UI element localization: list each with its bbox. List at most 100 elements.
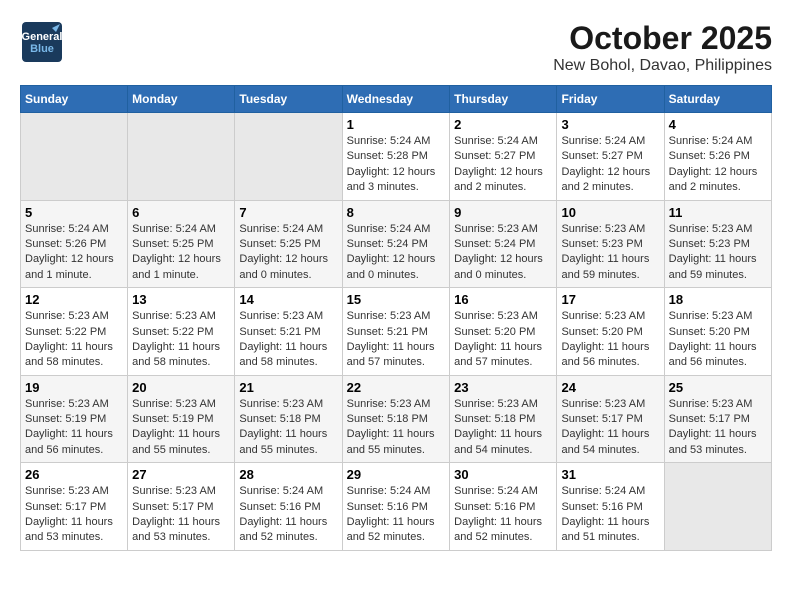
day-detail: Sunrise: 5:23 AMSunset: 5:21 PMDaylight:… [347,309,446,371]
calendar-week-row: 12 Sunrise: 5:23 AMSunset: 5:22 PMDayligh… [21,288,772,376]
day-detail: Sunrise: 5:23 AMSunset: 5:23 PMDaylight:… [561,222,659,284]
day-detail: Sunrise: 5:24 AMSunset: 5:16 PMDaylight:… [454,484,552,546]
day-detail: Sunrise: 5:24 AMSunset: 5:24 PMDaylight:… [347,222,446,284]
day-detail: Sunrise: 5:23 AMSunset: 5:18 PMDaylight:… [454,397,552,459]
calendar-cell: 3 Sunrise: 5:24 AMSunset: 5:27 PMDaylight… [557,113,664,201]
day-number: 4 [669,117,767,132]
svg-text:General: General [22,31,63,43]
day-detail: Sunrise: 5:24 AMSunset: 5:27 PMDaylight:… [561,134,659,196]
calendar-cell: 23 Sunrise: 5:23 AMSunset: 5:18 PMDayligh… [450,375,557,463]
calendar-cell: 20 Sunrise: 5:23 AMSunset: 5:19 PMDayligh… [128,375,235,463]
day-number: 9 [454,205,552,220]
day-number: 7 [239,205,337,220]
day-number: 25 [669,380,767,395]
day-number: 17 [561,292,659,307]
title-block: October 2025 New Bohol, Davao, Philippin… [553,20,772,75]
day-number: 11 [669,205,767,220]
day-number: 21 [239,380,337,395]
day-number: 24 [561,380,659,395]
day-detail: Sunrise: 5:24 AMSunset: 5:26 PMDaylight:… [25,222,123,284]
calendar-cell: 30 Sunrise: 5:24 AMSunset: 5:16 PMDayligh… [450,463,557,551]
svg-text:Blue: Blue [30,43,54,55]
day-number: 8 [347,205,446,220]
calendar-cell: 19 Sunrise: 5:23 AMSunset: 5:19 PMDayligh… [21,375,128,463]
weekday-header-friday: Friday [557,86,664,113]
calendar-week-row: 1Sunrise: 5:24 AMSunset: 5:28 PMDaylight… [21,113,772,201]
weekday-header-tuesday: Tuesday [235,86,342,113]
weekday-header-thursday: Thursday [450,86,557,113]
calendar-cell: 14 Sunrise: 5:23 AMSunset: 5:21 PMDayligh… [235,288,342,376]
logo-icon: General Blue [20,20,64,64]
day-number: 6 [132,205,230,220]
calendar-cell: 28 Sunrise: 5:24 AMSunset: 5:16 PMDayligh… [235,463,342,551]
day-detail: Sunrise: 5:23 AMSunset: 5:17 PMDaylight:… [669,397,767,459]
calendar-week-row: 19 Sunrise: 5:23 AMSunset: 5:19 PMDayligh… [21,375,772,463]
day-number: 22 [347,380,446,395]
weekday-header-sunday: Sunday [21,86,128,113]
calendar-cell: 18 Sunrise: 5:23 AMSunset: 5:20 PMDayligh… [664,288,771,376]
day-detail: Sunrise: 5:23 AMSunset: 5:23 PMDaylight:… [669,222,767,284]
calendar-cell: 12 Sunrise: 5:23 AMSunset: 5:22 PMDayligh… [21,288,128,376]
day-detail: Sunrise: 5:24 AMSunset: 5:25 PMDaylight:… [239,222,337,284]
weekday-header-saturday: Saturday [664,86,771,113]
day-detail: Sunrise: 5:24 AMSunset: 5:26 PMDaylight:… [669,134,767,196]
calendar-cell: 31 Sunrise: 5:24 AMSunset: 5:16 PMDayligh… [557,463,664,551]
day-detail: Sunrise: 5:23 AMSunset: 5:20 PMDaylight:… [561,309,659,371]
day-number: 19 [25,380,123,395]
weekday-header-row: SundayMondayTuesdayWednesdayThursdayFrid… [21,86,772,113]
day-number: 12 [25,292,123,307]
day-detail: Sunrise: 5:23 AMSunset: 5:22 PMDaylight:… [25,309,123,371]
day-detail: Sunrise: 5:23 AMSunset: 5:19 PMDaylight:… [25,397,123,459]
day-detail: Sunrise: 5:24 AMSunset: 5:16 PMDaylight:… [561,484,659,546]
day-detail: Sunrise: 5:23 AMSunset: 5:17 PMDaylight:… [132,484,230,546]
day-detail: Sunrise: 5:23 AMSunset: 5:22 PMDaylight:… [132,309,230,371]
calendar-week-row: 26Sunrise: 5:23 AMSunset: 5:17 PMDayligh… [21,463,772,551]
day-number: 14 [239,292,337,307]
day-detail: Sunrise: 5:24 AMSunset: 5:25 PMDaylight:… [132,222,230,284]
day-detail: Sunrise: 5:24 AMSunset: 5:16 PMDaylight:… [239,484,337,546]
logo: General Blue [20,20,64,64]
day-number: 18 [669,292,767,307]
day-detail: Sunrise: 5:23 AMSunset: 5:18 PMDaylight:… [347,397,446,459]
day-number: 3 [561,117,659,132]
day-number: 1 [347,117,446,132]
calendar-cell: 1Sunrise: 5:24 AMSunset: 5:28 PMDaylight… [342,113,450,201]
day-detail: Sunrise: 5:23 AMSunset: 5:20 PMDaylight:… [669,309,767,371]
calendar-cell [21,113,128,201]
calendar-cell: 29Sunrise: 5:24 AMSunset: 5:16 PMDayligh… [342,463,450,551]
calendar-cell: 7 Sunrise: 5:24 AMSunset: 5:25 PMDaylight… [235,200,342,288]
day-detail: Sunrise: 5:23 AMSunset: 5:19 PMDaylight:… [132,397,230,459]
day-number: 30 [454,467,552,482]
calendar-cell: 10Sunrise: 5:23 AMSunset: 5:23 PMDayligh… [557,200,664,288]
calendar-cell: 6 Sunrise: 5:24 AMSunset: 5:25 PMDaylight… [128,200,235,288]
calendar-cell: 16 Sunrise: 5:23 AMSunset: 5:20 PMDayligh… [450,288,557,376]
weekday-header-wednesday: Wednesday [342,86,450,113]
day-number: 31 [561,467,659,482]
calendar-cell: 26Sunrise: 5:23 AMSunset: 5:17 PMDayligh… [21,463,128,551]
day-number: 16 [454,292,552,307]
day-detail: Sunrise: 5:23 AMSunset: 5:17 PMDaylight:… [561,397,659,459]
calendar-cell: 24 Sunrise: 5:23 AMSunset: 5:17 PMDayligh… [557,375,664,463]
calendar-cell: 15 Sunrise: 5:23 AMSunset: 5:21 PMDayligh… [342,288,450,376]
calendar-table: SundayMondayTuesdayWednesdayThursdayFrid… [20,85,772,551]
day-detail: Sunrise: 5:23 AMSunset: 5:20 PMDaylight:… [454,309,552,371]
day-number: 23 [454,380,552,395]
calendar-cell: 8 Sunrise: 5:24 AMSunset: 5:24 PMDaylight… [342,200,450,288]
calendar-cell: 25 Sunrise: 5:23 AMSunset: 5:17 PMDayligh… [664,375,771,463]
day-number: 27 [132,467,230,482]
day-detail: Sunrise: 5:23 AMSunset: 5:18 PMDaylight:… [239,397,337,459]
calendar-cell: 2Sunrise: 5:24 AMSunset: 5:27 PMDaylight… [450,113,557,201]
calendar-cell: 4 Sunrise: 5:24 AMSunset: 5:26 PMDaylight… [664,113,771,201]
calendar-week-row: 5Sunrise: 5:24 AMSunset: 5:26 PMDaylight… [21,200,772,288]
day-number: 20 [132,380,230,395]
day-number: 29 [347,467,446,482]
day-number: 15 [347,292,446,307]
page-title: October 2025 [553,20,772,57]
day-detail: Sunrise: 5:24 AMSunset: 5:27 PMDaylight:… [454,134,552,196]
calendar-cell: 11 Sunrise: 5:23 AMSunset: 5:23 PMDayligh… [664,200,771,288]
day-detail: Sunrise: 5:23 AMSunset: 5:21 PMDaylight:… [239,309,337,371]
day-number: 28 [239,467,337,482]
weekday-header-monday: Monday [128,86,235,113]
calendar-cell: 27 Sunrise: 5:23 AMSunset: 5:17 PMDayligh… [128,463,235,551]
day-detail: Sunrise: 5:23 AMSunset: 5:17 PMDaylight:… [25,484,123,546]
